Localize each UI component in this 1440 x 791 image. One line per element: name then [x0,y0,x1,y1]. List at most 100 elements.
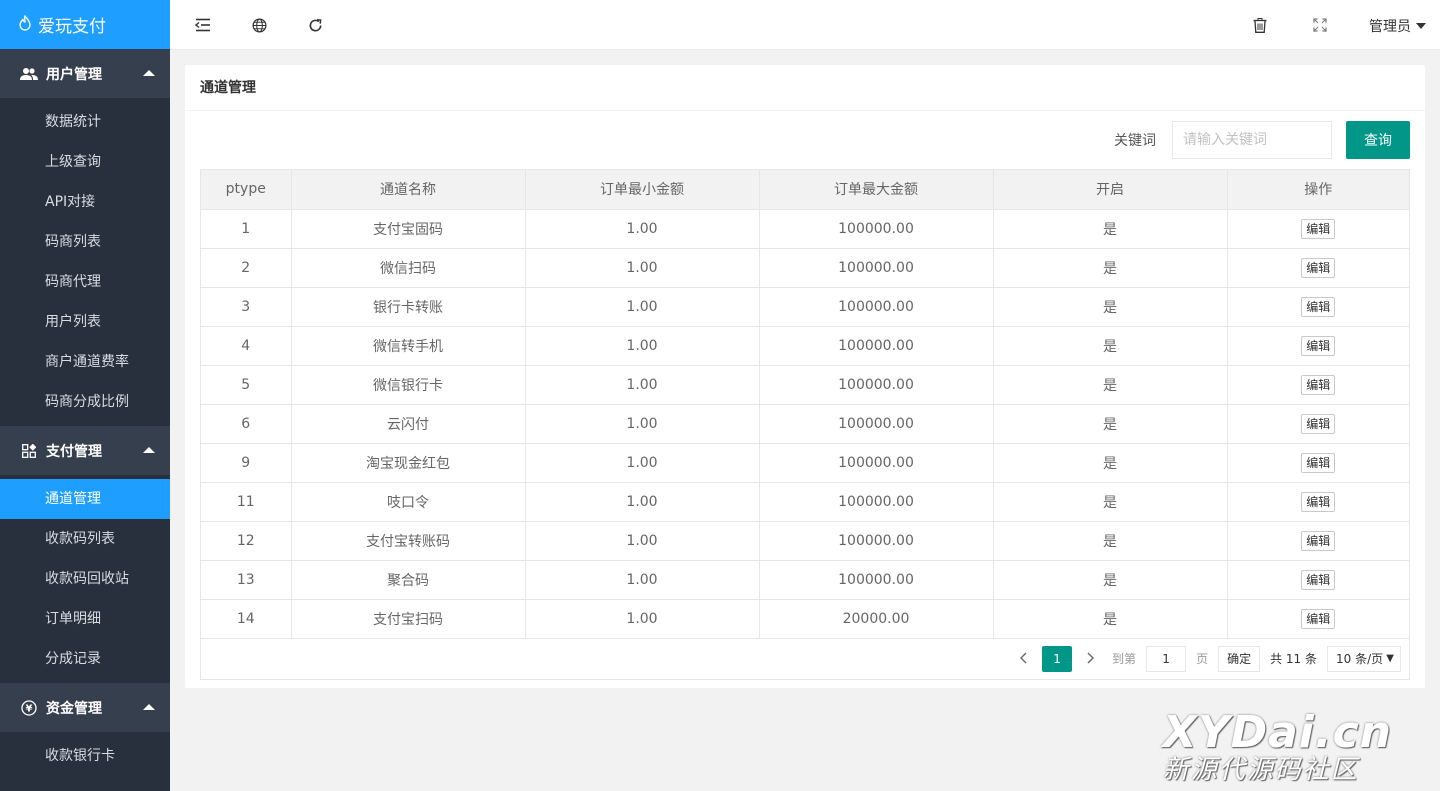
cell-ptype: 2 [201,248,292,288]
menu-collapse-icon[interactable] [193,15,213,35]
column-header-channel-name[interactable]: 通道名称 [291,170,526,210]
column-header-max-amount[interactable]: 订单最大金额 [759,170,994,210]
cell-max-amount: 100000.00 [759,326,994,366]
cell-channel-name: 微信扫码 [291,248,526,288]
caret-down-icon [1416,23,1426,29]
channel-management-card: 通道管理 关键词 查询 ptype 通道名称 订单最小金额 订单最大金额 开启 … [185,65,1425,688]
cell-min-amount: 1.00 [525,599,760,639]
sidebar-item-share-records[interactable]: 分成记录 [0,639,170,679]
cell-actions: 编辑 [1227,560,1409,600]
channel-table: ptype 通道名称 订单最小金额 订单最大金额 开启 操作 1 支付宝固码 1.0… [201,170,1409,639]
caret-up-icon [143,447,155,453]
cell-actions: 编辑 [1227,482,1409,522]
edit-button[interactable]: 编辑 [1301,608,1336,629]
page-size-select[interactable]: 10 条/页 ▼ [1327,645,1401,672]
sidebar-item-qrcode-recycle[interactable]: 收款码回收站 [0,559,170,599]
edit-button[interactable]: 编辑 [1301,452,1336,473]
cell-max-amount: 20000.00 [759,599,994,639]
user-menu[interactable]: 管理员 [1369,16,1426,36]
column-header-enabled[interactable]: 开启 [993,170,1228,210]
dropdown-arrow-icon: ▼ [1386,653,1394,664]
cell-ptype: 12 [201,521,292,561]
sidebar-item-qrcode-list[interactable]: 收款码列表 [0,519,170,559]
page-suffix: 页 [1196,652,1209,666]
page-button-current[interactable]: 1 [1042,645,1073,672]
edit-button[interactable]: 编辑 [1301,413,1336,434]
svg-text:¥: ¥ [26,703,33,714]
sidebar-group-items: 通道管理 收款码列表 收款码回收站 订单明细 分成记录 [0,475,170,683]
sidebar-item-order-details[interactable]: 订单明细 [0,599,170,639]
cell-ptype: 11 [201,482,292,522]
cell-ptype: 5 [201,365,292,405]
cell-ptype: 4 [201,326,292,366]
cell-enabled: 是 [993,209,1228,249]
fullscreen-icon[interactable] [1310,15,1330,35]
sidebar-item-superior-query[interactable]: 上级查询 [0,142,170,182]
table-header-row: ptype 通道名称 订单最小金额 订单最大金额 开启 操作 [201,170,1409,210]
refresh-icon[interactable] [305,15,325,35]
cell-enabled: 是 [993,248,1228,288]
users-icon [20,65,38,83]
sidebar-item-merchant-list[interactable]: 码商列表 [0,222,170,262]
edit-button[interactable]: 编辑 [1301,335,1336,356]
sidebar-item-channel-rate[interactable]: 商户通道费率 [0,342,170,382]
next-page-icon[interactable] [1080,649,1102,668]
cell-min-amount: 1.00 [525,209,760,249]
brand-name: 爱玩支付 [38,17,106,37]
sidebar-item-share-ratio[interactable]: 码商分成比例 [0,382,170,422]
sidebar-item-api[interactable]: API对接 [0,182,170,222]
cell-ptype: 14 [201,599,292,639]
cell-max-amount: 100000.00 [759,404,994,444]
goto-page-input[interactable]: 1 [1146,645,1187,672]
sidebar-item-channel-management[interactable]: 通道管理 [0,479,170,519]
sidebar-group-funds-management[interactable]: ¥ 资金管理 [0,683,170,732]
column-header-min-amount[interactable]: 订单最小金额 [525,170,760,210]
edit-button[interactable]: 编辑 [1301,374,1336,395]
goto-label: 到第 [1112,652,1137,666]
keyword-input[interactable] [1172,121,1332,159]
cell-actions: 编辑 [1227,209,1409,249]
yen-icon: ¥ [20,699,38,717]
search-button[interactable]: 查询 [1346,121,1410,159]
cell-min-amount: 1.00 [525,404,760,444]
column-header-ptype[interactable]: ptype [201,170,292,210]
sidebar-item-merchant-agent[interactable]: 码商代理 [0,262,170,302]
cell-enabled: 是 [993,560,1228,600]
cell-channel-name: 微信转手机 [291,326,526,366]
sidebar-group-items: 数据统计 上级查询 API对接 码商列表 码商代理 用户列表 商户通道费率 码商… [0,98,170,426]
cell-channel-name: 聚合码 [291,560,526,600]
apps-icon [20,442,38,460]
goto-confirm-button[interactable]: 确定 [1218,645,1261,672]
globe-icon[interactable] [249,15,269,35]
cell-max-amount: 100000.00 [759,248,994,288]
cell-enabled: 是 [993,443,1228,483]
sidebar-item-user-list[interactable]: 用户列表 [0,302,170,342]
cell-channel-name: 支付宝转账码 [291,521,526,561]
sidebar-group-label: 用户管理 [46,66,102,83]
sidebar-group-user-management[interactable]: 用户管理 [0,49,170,98]
cell-actions: 编辑 [1227,248,1409,288]
cell-channel-name: 云闪付 [291,404,526,444]
edit-button[interactable]: 编辑 [1301,569,1336,590]
sidebar: 爱玩支付 用户管理 数据统计 上级查询 API对接 码商列表 码商代理 用户列表… [0,0,170,791]
edit-button[interactable]: 编辑 [1301,296,1336,317]
edit-button[interactable]: 编辑 [1301,257,1336,278]
cell-min-amount: 1.00 [525,287,760,327]
keyword-label: 关键词 [1114,133,1156,149]
flame-icon [18,14,32,35]
edit-button[interactable]: 编辑 [1301,218,1336,239]
table-row: 5 微信银行卡 1.00 100000.00 是 编辑 [201,365,1409,405]
table-body: 1 支付宝固码 1.00 100000.00 是编辑 2 微信扫码 1.00 100000.00… [201,209,1409,639]
cell-ptype: 13 [201,560,292,600]
edit-button[interactable]: 编辑 [1301,491,1336,512]
sidebar-item-data-stats[interactable]: 数据统计 [0,102,170,142]
prev-page-icon[interactable] [1012,649,1034,668]
trash-icon[interactable] [1250,15,1270,35]
edit-button[interactable]: 编辑 [1301,530,1336,551]
cell-actions: 编辑 [1227,443,1409,483]
sidebar-item-bank-card[interactable]: 收款银行卡 [0,736,170,776]
sidebar-group-payment-management[interactable]: 支付管理 [0,426,170,475]
brand-logo[interactable]: 爱玩支付 [0,0,170,49]
caret-up-icon [143,70,155,76]
channel-table-wrapper: ptype 通道名称 订单最小金额 订单最大金额 开启 操作 1 支付宝固码 1.0… [200,169,1410,680]
